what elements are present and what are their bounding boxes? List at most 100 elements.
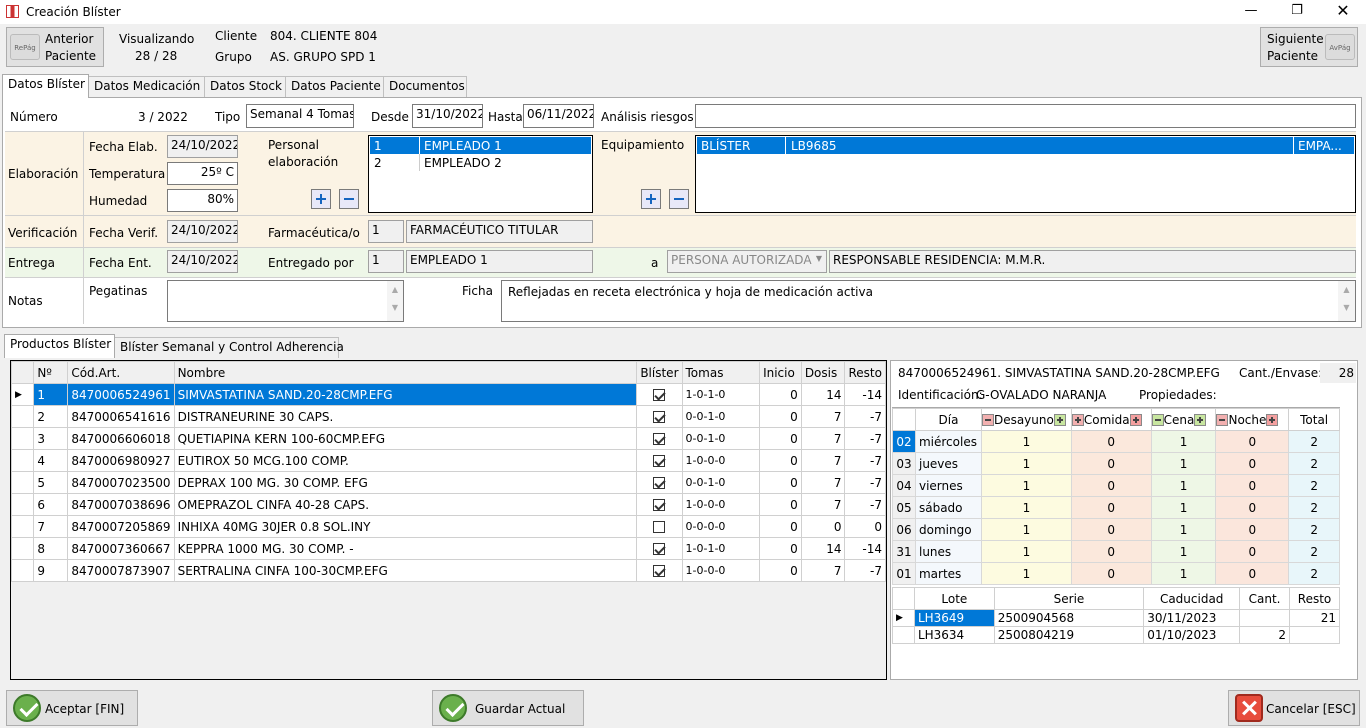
blister-cell[interactable]	[636, 493, 683, 516]
total-cell[interactable]: 2	[1288, 540, 1340, 563]
schedule-row[interactable]: 31 lunes 1 0 1 0 2	[892, 540, 1340, 563]
schedule-row[interactable]: 06 domingo 1 0 1 0 2	[892, 518, 1340, 541]
schedule-row[interactable]: 02 miércoles 1 0 1 0 2	[892, 430, 1340, 453]
cena-cell[interactable]: 1	[1150, 474, 1217, 497]
tab-blister-semanal[interactable]: Blíster Semanal y Control Adherencia	[114, 337, 344, 358]
comida-cell[interactable]: 0	[1070, 430, 1152, 453]
tipo-field[interactable]: Semanal 4 Tomas	[246, 104, 354, 128]
total-cell[interactable]: 2	[1288, 518, 1340, 541]
tab-productos-blister[interactable]: Productos Blíster	[4, 334, 115, 358]
hasta-field[interactable]: 06/11/2022	[523, 104, 594, 128]
entregado-name-field[interactable]: EMPLEADO 1	[406, 250, 593, 273]
blister-cell[interactable]	[636, 515, 683, 538]
save-current-button[interactable]: Guardar Actual	[432, 690, 584, 726]
table-row[interactable]: 2 8470006541616 DISTRANEURINE 30 CAPS. 0-0-…	[10, 405, 886, 428]
list-item[interactable]: 2 EMPLEADO 2	[370, 154, 591, 171]
blister-cell[interactable]	[636, 449, 683, 472]
remove-comida-icon[interactable]	[1071, 414, 1084, 426]
lot-row[interactable]: LH3634 2500804219 01/10/2023 2	[892, 626, 1340, 644]
blister-cell[interactable]	[636, 383, 683, 406]
comida-cell[interactable]: 0	[1070, 540, 1152, 563]
products-header-2[interactable]: Nombre	[173, 361, 638, 384]
blister-checkbox[interactable]	[653, 389, 666, 401]
tab-datos-medicacion[interactable]: Datos Medicación	[88, 76, 205, 97]
cena-cell[interactable]: 1	[1150, 540, 1217, 563]
add-noche-icon[interactable]	[1266, 414, 1279, 426]
schedule-row[interactable]: 05 sábado 1 0 1 0 2	[892, 496, 1340, 519]
maximize-button[interactable]: ❐	[1274, 0, 1320, 24]
blister-checkbox[interactable]	[653, 543, 666, 555]
comida-cell[interactable]: 0	[1070, 518, 1152, 541]
fecha-elab-field[interactable]: 24/10/2022	[167, 135, 238, 158]
cancel-button[interactable]: Cancelar [ESC]	[1228, 690, 1360, 726]
table-row[interactable]: 8 8470007360667 KEPPRA 1000 MG. 30 COMP. -…	[10, 537, 886, 560]
tab-datos-stock[interactable]: Datos Stock	[204, 76, 286, 97]
tab-documentos[interactable]: Documentos	[383, 76, 467, 97]
products-header-6[interactable]: Dosis	[800, 361, 846, 384]
desayuno-cell[interactable]: 1	[980, 430, 1072, 453]
table-row[interactable]: 3 8470006606018 QUETIAPINA KERN 100-60CMP.…	[10, 427, 886, 450]
cena-cell[interactable]: 1	[1150, 430, 1217, 453]
table-row[interactable]: 5 8470007023500 DEPRAX 100 MG. 30 COMP. EF…	[10, 471, 886, 494]
blister-cell[interactable]	[636, 405, 683, 428]
table-row[interactable]: ▶ 1 8470006524961 SIMVASTATINA SAND.20-28CM…	[10, 383, 886, 406]
ficha-field[interactable]: Reflejadas en receta electrónica y hoja …	[501, 280, 1356, 322]
noche-cell[interactable]: 0	[1215, 430, 1290, 453]
noche-cell[interactable]: 0	[1215, 496, 1290, 519]
pegatinas-scrollbar[interactable]: ▲ ▼	[387, 281, 403, 321]
total-cell[interactable]: 2	[1288, 496, 1340, 519]
humedad-field[interactable]: 80%	[167, 189, 238, 212]
noche-cell[interactable]: 0	[1215, 452, 1290, 475]
prev-patient-button[interactable]: RePág Anterior Paciente	[6, 27, 104, 67]
temperatura-field[interactable]: 25º C	[167, 162, 238, 185]
close-button[interactable]: ✕	[1320, 0, 1366, 24]
blister-checkbox[interactable]	[653, 521, 666, 533]
blister-checkbox[interactable]	[653, 477, 666, 489]
desayuno-cell[interactable]: 1	[980, 540, 1072, 563]
blister-cell[interactable]	[636, 427, 683, 450]
a-select[interactable]: PERSONA AUTORIZADA ▼	[667, 250, 827, 273]
products-header-1[interactable]: Cód.Art.	[67, 361, 175, 384]
pegatinas-field[interactable]	[167, 280, 404, 322]
minimize-button[interactable]: —	[1228, 0, 1274, 24]
remove-desayuno-icon[interactable]	[981, 414, 994, 426]
total-cell[interactable]: 2	[1288, 452, 1340, 475]
equip-list[interactable]: BLÍSTER LB9685 EMPA...	[695, 135, 1356, 213]
remove-equip-button[interactable]	[669, 189, 689, 209]
products-header-5[interactable]: Inicio	[759, 361, 802, 384]
comida-cell[interactable]: 0	[1070, 562, 1152, 585]
comida-cell[interactable]: 0	[1070, 496, 1152, 519]
schedule-row[interactable]: 03 jueves 1 0 1 0 2	[892, 452, 1340, 475]
remove-cena-icon[interactable]	[1151, 414, 1164, 426]
next-patient-button[interactable]: Siguiente Paciente AvPág	[1260, 27, 1358, 67]
blister-checkbox[interactable]	[653, 455, 666, 467]
personal-list[interactable]: 1 EMPLEADO 1 2 EMPLEADO 2	[368, 135, 593, 213]
desayuno-cell[interactable]: 1	[980, 452, 1072, 475]
remove-noche-icon[interactable]	[1216, 414, 1229, 426]
blister-checkbox[interactable]	[653, 411, 666, 423]
farmaceutica-id-field[interactable]: 1	[368, 220, 404, 243]
fecha-verif-field[interactable]: 24/10/2022	[167, 220, 238, 243]
noche-cell[interactable]: 0	[1215, 518, 1290, 541]
cena-cell[interactable]: 1	[1150, 518, 1217, 541]
comida-cell[interactable]: 0	[1070, 474, 1152, 497]
add-equip-button[interactable]	[641, 189, 661, 209]
noche-cell[interactable]: 0	[1215, 562, 1290, 585]
blister-checkbox[interactable]	[653, 433, 666, 445]
noche-cell[interactable]: 0	[1215, 540, 1290, 563]
noche-cell[interactable]: 0	[1215, 474, 1290, 497]
table-row[interactable]: 7 8470007205869 INHIXA 40MG 30JER 0.8 SOL.…	[10, 515, 886, 538]
a-value-field[interactable]: RESPONSABLE RESIDENCIA: M.M.R.	[829, 250, 1356, 273]
farmaceutica-name-field[interactable]: FARMACÉUTICO TITULAR	[406, 220, 593, 243]
desde-field[interactable]: 31/10/2022	[412, 104, 483, 128]
lot-row[interactable]: ▶ LH3649 2500904568 30/11/2023 21	[892, 609, 1340, 627]
schedule-row[interactable]: 01 martes 1 0 1 0 2	[892, 562, 1340, 585]
total-cell[interactable]: 2	[1288, 474, 1340, 497]
desayuno-cell[interactable]: 1	[980, 496, 1072, 519]
total-cell[interactable]: 2	[1288, 562, 1340, 585]
accept-button[interactable]: Aceptar [FIN]	[6, 690, 138, 726]
desayuno-cell[interactable]: 1	[980, 474, 1072, 497]
table-row[interactable]: 9 8470007873907 SERTRALINA CINFA 100-30CMP…	[10, 559, 886, 582]
blister-cell[interactable]	[636, 537, 683, 560]
cena-cell[interactable]: 1	[1150, 452, 1217, 475]
